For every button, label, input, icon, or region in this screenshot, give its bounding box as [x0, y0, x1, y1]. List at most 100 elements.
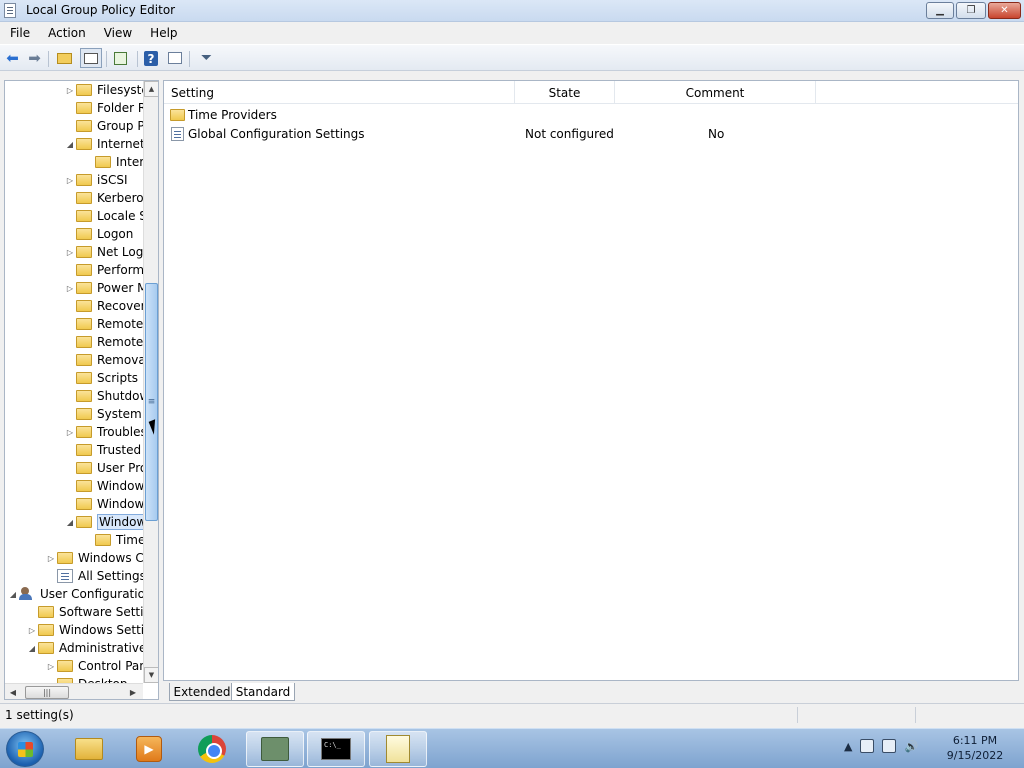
tree-item[interactable]: ▷ Control Pan — [45, 657, 147, 675]
tree-item[interactable]: Perform — [64, 261, 144, 279]
tree-item[interactable]: ▷ Windows Co — [45, 549, 151, 567]
collapse-arrow-icon[interactable]: ◢ — [26, 644, 38, 653]
tree-item[interactable]: Inter — [83, 153, 144, 171]
minimize-button[interactable]: ▁ — [926, 2, 954, 19]
network-icon[interactable] — [860, 739, 875, 753]
scrollbar-thumb[interactable]: ≡ — [145, 283, 158, 521]
scroll-up-icon[interactable]: ▲ — [144, 81, 158, 97]
tab-standard[interactable]: Standard — [231, 683, 295, 701]
tree-item[interactable]: Group P — [64, 117, 145, 135]
filter-icon[interactable]: ⏷ — [198, 50, 215, 66]
properties-icon[interactable] — [166, 50, 183, 66]
expand-arrow-icon[interactable]: ▷ — [26, 626, 38, 635]
folder-icon — [76, 336, 92, 348]
tree-item[interactable]: Window — [64, 495, 144, 513]
expand-arrow-icon[interactable]: ▷ — [45, 662, 57, 671]
expand-arrow-icon[interactable]: ▷ — [45, 554, 57, 563]
menu-help[interactable]: Help — [140, 26, 185, 40]
forward-icon[interactable]: ➡ — [26, 49, 43, 67]
start-button[interactable] — [6, 731, 44, 767]
tree-item[interactable]: Trusted — [64, 441, 141, 459]
tree-item[interactable]: Remote — [64, 333, 143, 351]
tree-item[interactable]: User Pro — [64, 459, 147, 477]
tree-item[interactable]: ◢ User Configuration — [7, 585, 153, 603]
column-header-setting[interactable]: Setting — [164, 81, 515, 104]
folder-icon — [76, 516, 92, 528]
tree-item[interactable]: Kerberos — [64, 189, 150, 207]
tree-item[interactable]: ▷ iSCSI — [64, 171, 128, 189]
tree-item[interactable]: Recover — [64, 297, 146, 315]
scroll-down-icon[interactable]: ▼ — [144, 667, 158, 683]
scroll-left-icon[interactable]: ◀ — [5, 685, 21, 699]
tree-item[interactable]: Folder R — [64, 99, 146, 117]
tree-item[interactable]: Time — [83, 531, 145, 549]
tree-item[interactable]: Remote — [64, 315, 143, 333]
tree-item[interactable]: Locale S — [64, 207, 147, 225]
back-icon[interactable]: ⬅ — [4, 49, 21, 67]
tree-item[interactable]: Logon — [64, 225, 133, 243]
expand-arrow-icon[interactable]: ▷ — [64, 86, 76, 95]
tree-item[interactable]: ▷ Troubles — [64, 423, 147, 441]
tree-item[interactable]: Scripts — [64, 369, 138, 387]
tree-horizontal-scrollbar[interactable]: ◀ ||| ▶ — [5, 683, 143, 699]
expand-arrow-icon[interactable]: ▷ — [64, 248, 76, 257]
show-hide-tree-icon[interactable] — [80, 48, 102, 68]
collapse-arrow-icon[interactable]: ◢ — [7, 590, 19, 599]
tab-extended[interactable]: Extended — [169, 683, 235, 701]
folder-icon — [76, 84, 92, 96]
menu-view[interactable]: View — [94, 26, 140, 40]
horizontal-scrollbar-thumb[interactable]: ||| — [25, 686, 69, 699]
taskbar-group-policy[interactable] — [246, 731, 304, 767]
tree-item[interactable]: ▷ Power M — [64, 279, 148, 297]
taskbar-explorer[interactable] — [60, 731, 118, 767]
folder-icon — [76, 138, 92, 150]
tree-item-label: User Configuration — [40, 587, 153, 601]
tree-pane[interactable]: ▷ Filesyste Folder R Group P ◢ Internet Inter ▷… — [4, 80, 159, 700]
taskbar-chrome[interactable] — [183, 731, 241, 767]
status-bar: 1 setting(s) — [0, 703, 1024, 725]
tree-item[interactable]: Shutdow — [64, 387, 149, 405]
tree-item-label: Windows Co — [78, 551, 152, 565]
expand-arrow-icon[interactable]: ▷ — [64, 428, 76, 437]
tray-overflow-icon[interactable]: ▲ — [844, 740, 852, 753]
volume-icon[interactable]: 🔊 — [904, 740, 918, 753]
tree-item[interactable]: Window — [64, 477, 144, 495]
close-button[interactable]: ✕ — [988, 2, 1021, 19]
tree-item-label: Recover — [97, 299, 146, 313]
list-item[interactable]: Global Configuration Settings Not config… — [164, 124, 1018, 143]
maximize-button[interactable]: ❐ — [956, 2, 986, 19]
scroll-right-icon[interactable]: ▶ — [125, 685, 141, 699]
collapse-arrow-icon[interactable]: ◢ — [64, 518, 76, 527]
tree-item[interactable]: ▷ Filesyste — [64, 81, 149, 99]
list-item[interactable]: Time Providers — [164, 105, 1018, 124]
expand-arrow-icon[interactable]: ▷ — [64, 176, 76, 185]
help-icon[interactable]: ? — [144, 51, 158, 66]
tree-item[interactable]: System R — [64, 405, 154, 423]
menu-bar: File Action View Help — [0, 22, 1024, 43]
tree-item[interactable]: ▷ Net Logo — [64, 243, 151, 261]
gpedit-app-icon[interactable] — [4, 3, 16, 18]
tree-item[interactable]: ◢ Window — [64, 513, 149, 531]
up-folder-icon[interactable] — [56, 50, 73, 66]
taskbar-media-player[interactable]: ▶ — [120, 731, 178, 767]
tree-item[interactable]: All Settings — [45, 567, 146, 585]
tree-item[interactable]: ▷ Windows Settin — [26, 621, 152, 639]
collapse-arrow-icon[interactable]: ◢ — [64, 140, 76, 149]
column-header-comment[interactable]: Comment — [615, 81, 816, 104]
tree-item[interactable]: Software Setting — [26, 603, 158, 621]
settings-list-pane[interactable]: Setting State Comment Time Providers Glo… — [163, 80, 1019, 681]
tree-item[interactable]: ◢ Administrative T — [26, 639, 158, 657]
menu-file[interactable]: File — [0, 26, 38, 40]
taskbar-cmd[interactable]: C:\_ — [307, 731, 365, 767]
expand-arrow-icon[interactable]: ▷ — [64, 284, 76, 293]
tree-vertical-scrollbar[interactable]: ▲ ≡ ▼ — [143, 81, 158, 683]
tree-item[interactable]: ◢ Internet — [64, 135, 145, 153]
column-header-state[interactable]: State — [515, 81, 615, 104]
action-center-icon[interactable] — [882, 739, 897, 753]
tree-item[interactable]: Remova — [64, 351, 146, 369]
title-bar[interactable]: Local Group Policy Editor ▁ ❐ ✕ — [0, 0, 1024, 22]
export-list-icon[interactable] — [112, 50, 129, 66]
clock[interactable]: 6:11 PM 9/15/2022 — [940, 733, 1010, 763]
menu-action[interactable]: Action — [38, 26, 94, 40]
taskbar-notepad[interactable] — [369, 731, 427, 767]
